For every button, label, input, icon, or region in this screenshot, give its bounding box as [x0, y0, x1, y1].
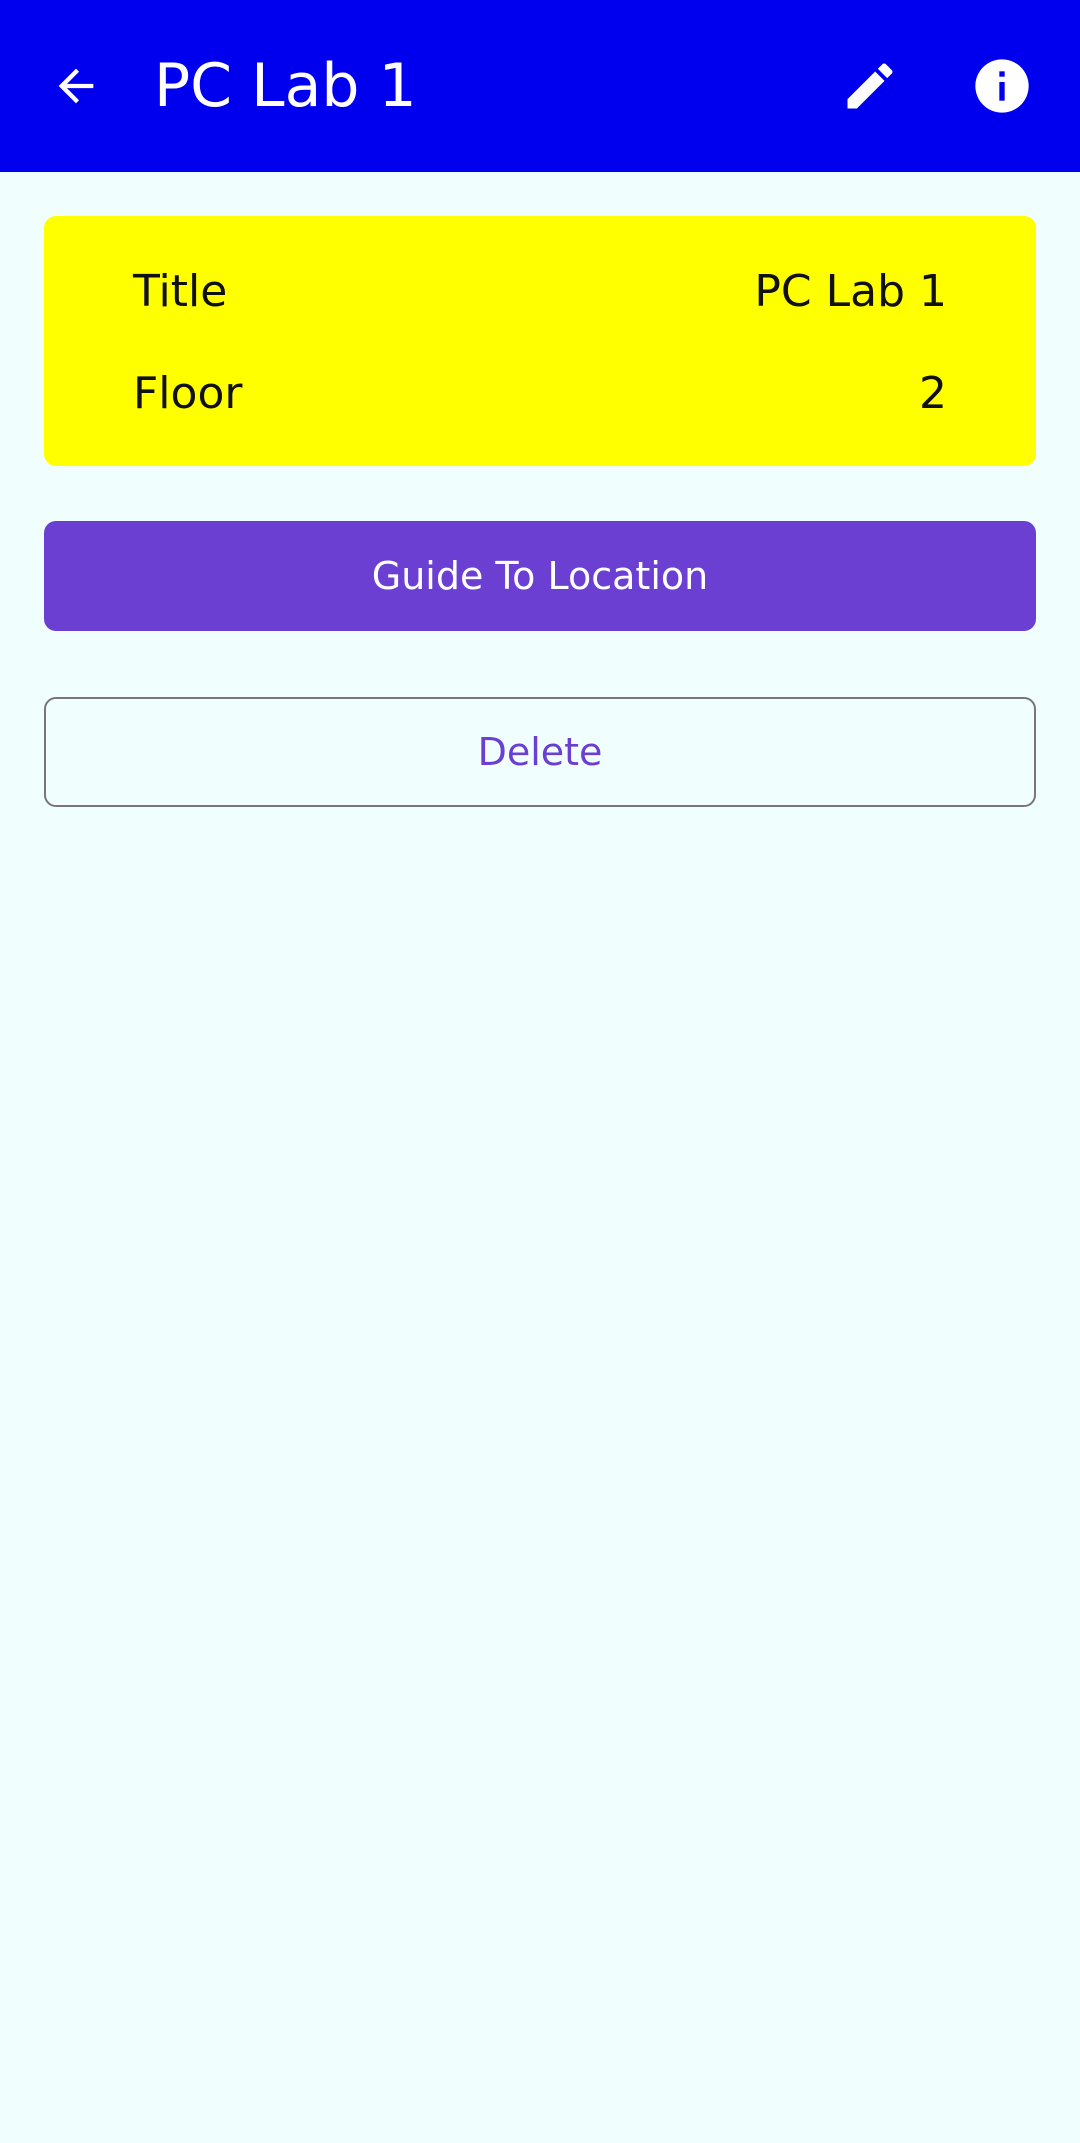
detail-row-floor: Floor 2 — [133, 358, 947, 428]
top-app-bar: PC Lab 1 — [0, 0, 1080, 172]
info-icon — [975, 59, 1029, 113]
edit-button[interactable] — [830, 46, 910, 126]
page-title: PC Lab 1 — [154, 51, 417, 121]
back-button[interactable] — [40, 46, 112, 126]
detail-row-title: Title PC Lab 1 — [133, 256, 947, 326]
floor-value: 2 — [919, 367, 947, 419]
location-details-card: Title PC Lab 1 Floor 2 — [44, 216, 1036, 466]
floor-label: Floor — [133, 367, 243, 419]
arrow-left-icon — [58, 68, 94, 104]
pencil-icon — [847, 63, 893, 109]
title-value: PC Lab 1 — [754, 265, 947, 317]
info-button[interactable] — [962, 46, 1042, 126]
title-label: Title — [133, 265, 228, 317]
guide-to-location-button[interactable]: Guide To Location — [44, 521, 1036, 631]
delete-button[interactable]: Delete — [44, 697, 1036, 807]
